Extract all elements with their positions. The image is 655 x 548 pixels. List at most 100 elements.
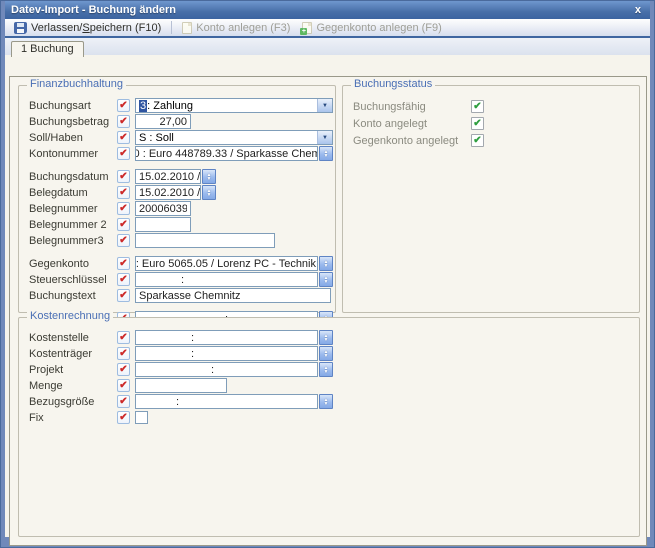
field-label: Menge [29,380,117,392]
status-row-konto-angelegt: Konto angelegt ✔ [353,115,629,132]
close-icon[interactable]: x [632,4,644,16]
modified-check-icon[interactable]: ✔ [117,170,130,183]
create-contra-account-button[interactable]: + Gegenkonto anlegen (F9) [297,21,446,35]
modified-check-icon[interactable]: ✔ [117,379,130,392]
field-row-buchungsdatum: Buchungsdatum ✔ 15.02.2010 /Mo ▲▼ [29,169,325,184]
modified-check-icon[interactable]: ✔ [117,186,130,199]
modified-check-icon[interactable]: ✔ [117,131,130,144]
spinner-icon[interactable]: ▲▼ [319,346,333,361]
spinner-icon[interactable]: ▲▼ [319,394,333,409]
field-row-buchungsart: Buchungsart ✔ 3 : Zahlung ▼ [29,98,325,113]
modified-check-icon[interactable]: ✔ [117,234,130,247]
sollhaben-dropdown[interactable]: S : Soll ▼ [135,130,333,145]
create-account-label: Konto anlegen (F3) [196,22,290,34]
field-label: Belegnummer 2 [29,219,117,231]
field-label: Buchungsbetrag [29,116,117,128]
field-row-kostentraeger: Kostenträger ✔ : ▲▼ [29,346,629,361]
modified-check-icon[interactable]: ✔ [117,363,130,376]
modified-check-icon[interactable]: ✔ [117,202,130,215]
field-label: Belegdatum [29,187,117,199]
tab-buchung[interactable]: 1 Buchung [11,41,84,57]
field-row-sollhaben: Soll/Haben ✔ S : Soll ▼ [29,130,325,145]
window-title: Datev-Import - Buchung ändern [11,4,632,16]
tab-strip: 1 Buchung [5,38,650,55]
fix-checkbox[interactable] [135,411,148,424]
spinner-icon[interactable]: ▲▼ [319,146,333,161]
belegnummer2-input[interactable] [135,217,191,232]
modified-check-icon[interactable]: ✔ [117,331,130,344]
status-row-gegenkonto-angelegt: Gegenkonto angelegt ✔ [353,132,629,149]
field-label: Kostenstelle [29,332,117,344]
spinner-icon[interactable]: ▲▼ [319,330,333,345]
modified-check-icon[interactable]: ✔ [117,218,130,231]
gegenkonto-combo[interactable]: 10006 : Euro 5065.05 / Lorenz PC - Techn… [135,256,318,271]
field-row-kontonummer: Kontonummer ✔ 1200 : Euro 448789.33 / Sp… [29,146,325,161]
buchungstext-input[interactable] [135,288,331,303]
field-label: Belegnummer3 [29,235,117,247]
save-exit-button[interactable]: Verlassen/Speichern (F10) [9,21,166,35]
buchungsbetrag-input[interactable] [135,114,191,129]
field-label: Kostenträger [29,348,117,360]
konto-angelegt-checkbox[interactable]: ✔ [471,117,484,130]
field-label: Buchungsdatum [29,171,117,183]
sollhaben-value: S : Soll [136,131,317,144]
group-buchungsstatus: Buchungsstatus Buchungsfähig ✔ Konto ang… [342,85,640,313]
field-row-gegenkonto: Gegenkonto ✔ 10006 : Euro 5065.05 / Lore… [29,256,325,271]
group-finanzbuchhaltung: Finanzbuchhaltung Buchungsart ✔ 3 : Zahl… [18,85,336,313]
field-label: Steuerschlüssel [29,274,117,286]
spinner-icon[interactable]: ▲▼ [202,185,216,200]
buchungsart-value: 3 : Zahlung [136,99,317,112]
buchungsdatum-field[interactable]: 15.02.2010 /Mo [135,169,201,184]
field-label: Kontonummer [29,148,117,160]
belegnummer3-input[interactable] [135,233,275,248]
spinner-icon[interactable]: ▲▼ [202,169,216,184]
create-account-button[interactable]: Konto anlegen (F3) [177,21,295,35]
bezugsgroesse-combo[interactable]: : [135,394,318,409]
modified-check-icon[interactable]: ✔ [117,115,130,128]
save-exit-label: Verlassen/Speichern (F10) [31,22,161,34]
field-row-buchungsbetrag: Buchungsbetrag ✔ [29,114,325,129]
steuerschluessel-combo[interactable]: : [135,272,318,287]
field-label: Projekt [29,364,117,376]
dropdown-arrow-icon[interactable]: ▼ [317,99,332,112]
field-label: Fix [29,412,117,424]
field-label: Belegnummer [29,203,117,215]
modified-check-icon[interactable]: ✔ [117,99,130,112]
spinner-icon[interactable]: ▲▼ [319,256,333,271]
menge-input[interactable] [135,378,227,393]
field-row-fix: Fix ✔ [29,410,629,425]
dropdown-arrow-icon[interactable]: ▼ [317,131,332,144]
kostentraeger-combo[interactable]: : [135,346,318,361]
buchungsart-dropdown[interactable]: 3 : Zahlung ▼ [135,98,333,113]
status-row-buchungsfaehig: Buchungsfähig ✔ [353,98,629,115]
kontonummer-combo[interactable]: 1200 : Euro 448789.33 / Sparkasse Chemni… [135,146,318,161]
modified-check-icon[interactable]: ✔ [117,347,130,360]
modified-check-icon[interactable]: ✔ [117,273,130,286]
spinner-icon[interactable]: ▲▼ [319,362,333,377]
group-title: Finanzbuchhaltung [27,78,126,90]
belegnummer-input[interactable] [135,201,191,216]
plus-badge-icon: + [300,28,307,35]
new-page-icon [182,22,192,34]
kostenstelle-combo[interactable]: : [135,330,318,345]
modified-check-icon[interactable]: ✔ [117,257,130,270]
group-title: Buchungsstatus [351,78,435,90]
modified-check-icon[interactable]: ✔ [117,147,130,160]
modified-check-icon[interactable]: ✔ [117,289,130,302]
spinner-icon[interactable]: ▲▼ [319,272,333,287]
title-bar: Datev-Import - Buchung ändern x [5,1,650,19]
projekt-combo[interactable]: : [135,362,318,377]
gegenkonto-angelegt-checkbox[interactable]: ✔ [471,134,484,147]
modified-check-icon[interactable]: ✔ [117,411,130,424]
status-label: Buchungsfähig [353,101,471,113]
field-label: Buchungstext [29,290,117,302]
field-row-belegnummer2: Belegnummer 2 ✔ [29,217,325,232]
buchungsfaehig-checkbox[interactable]: ✔ [471,100,484,113]
modified-check-icon[interactable]: ✔ [117,395,130,408]
field-row-menge: Menge ✔ [29,378,629,393]
new-page-plus-icon: + [302,22,312,34]
belegdatum-field[interactable]: 15.02.2010 /Mo [135,185,201,200]
save-icon [14,22,27,34]
group-kostenrechnung: Kostenrechnung Kostenstelle ✔ : ▲▼ Koste… [18,317,640,537]
group-title: Kostenrechnung [27,310,113,322]
